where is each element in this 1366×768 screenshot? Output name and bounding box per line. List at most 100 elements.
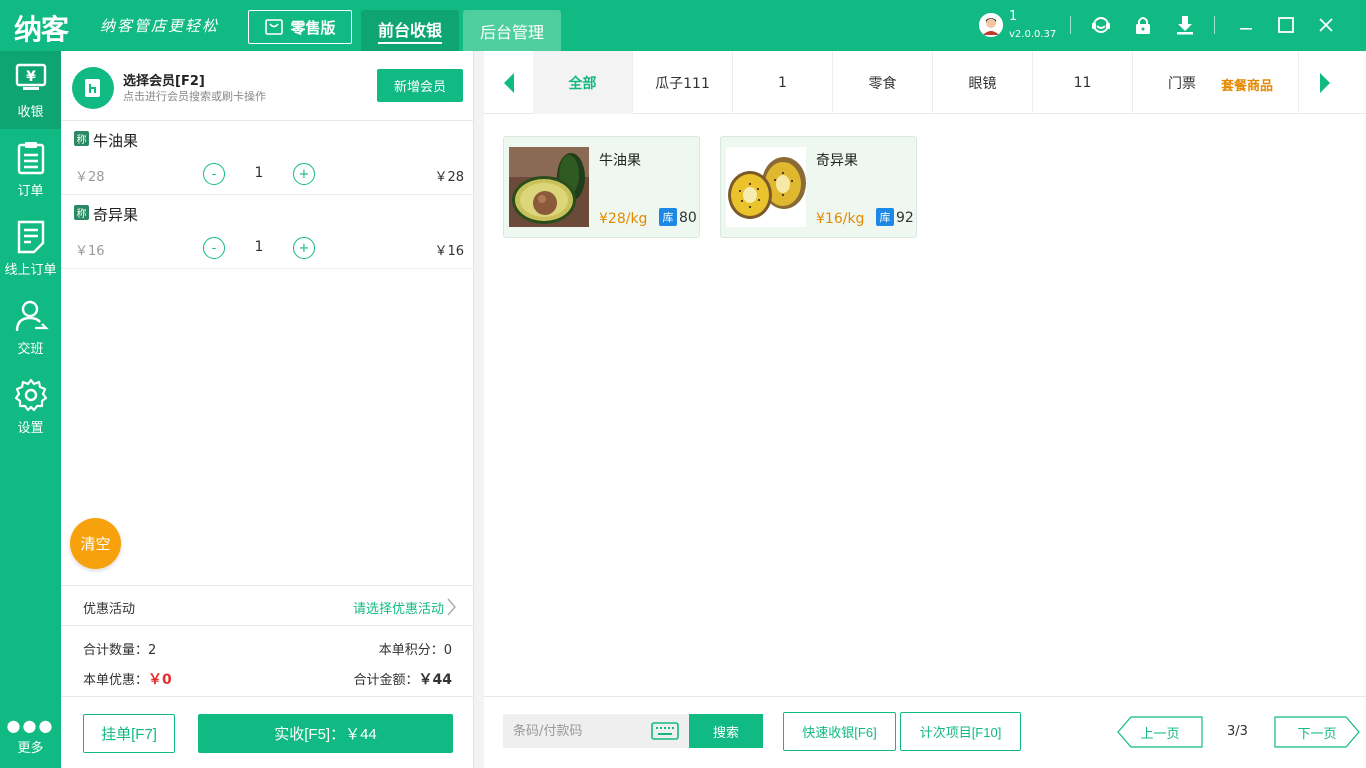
close-button[interactable] [1313,12,1339,38]
product-card[interactable]: 牛油果 ¥28/kg 库 80 [503,136,700,238]
minimize-button[interactable] [1233,12,1259,38]
kiwi-image [726,147,806,227]
avocado-image [509,147,589,227]
sidebar-item-online-orders[interactable]: 线上订单 [0,209,61,287]
sidebar-item-checkout[interactable]: ¥ 收银 [0,51,61,129]
order-discount-label: 本单优惠： [83,673,148,688]
user-switch-icon [13,298,49,334]
member-subtitle: 点击进行会员搜索或刷卡操作 [123,88,266,104]
qty-increase-button[interactable]: + [293,163,315,185]
shopping-bag-icon [264,17,284,37]
weigh-badge: 称 [74,205,89,220]
stock-badge: 库 [876,208,894,226]
download-icon[interactable] [1174,14,1196,36]
divider [1214,16,1215,34]
tab-front-checkout[interactable]: 前台收银 [361,10,459,51]
page-indicator: 3/3 [1227,724,1248,739]
product-stock: 80 [679,210,697,226]
order-discount: 本单优惠：￥0 [83,669,172,689]
close-icon [1319,18,1333,32]
maximize-icon [1278,17,1294,33]
next-page-label: 下一页 [1297,723,1336,742]
promotion-row[interactable]: 优惠活动 请选择优惠活动 [61,585,474,626]
top-bar: 纳客 纳客管店更轻松 零售版 前台收银 后台管理 1 v2.0.0.37 [0,0,1366,51]
gear-icon [13,377,49,413]
sidebar-more-label: 更多 [0,737,61,756]
cart-item-total: ￥28 [434,166,464,185]
add-member-button[interactable]: 新增会员 [377,69,463,102]
prev-page-label: 上一页 [1140,723,1179,742]
category-tab[interactable]: 瓜子111 [633,51,733,114]
pay-button[interactable]: 实收[F5]：￥44 [198,714,453,753]
lock-icon[interactable] [1132,14,1154,36]
cart-item[interactable]: 称 奇异果 ￥16 - 1 + ￥16 [61,195,474,269]
qty-decrease-button[interactable]: - [203,237,225,259]
cash-register-icon: ¥ [13,61,49,97]
weigh-badge: 称 [74,131,89,146]
product-price: ¥28/kg [599,211,647,227]
qty-increase-button[interactable]: + [293,237,315,259]
sidebar-item-orders[interactable]: 订单 [0,130,61,208]
product-card[interactable]: 奇异果 ¥16/kg 库 92 [720,136,917,238]
tab-back-office[interactable]: 后台管理 [463,10,561,51]
category-bar: 全部 瓜子111 1 零食 眼镜 11 门票 套餐商品 [484,51,1366,114]
category-next-icon[interactable] [1314,71,1334,95]
prev-page-button[interactable]: 上一页 [1117,716,1203,748]
edition-label: 零售版 [290,17,335,38]
order-points-label: 本单积分： [379,643,444,658]
cart-item-total: ￥16 [434,240,464,259]
promotion-label: 优惠活动 [83,598,135,617]
minimize-icon [1239,18,1253,32]
clipboard-icon [13,140,49,176]
cart-panel: 选择会员[F2] 点击进行会员搜索或刷卡操作 新增会员 称 牛油果 ￥28 - … [61,51,474,768]
member-select[interactable]: 选择会员[F2] 点击进行会员搜索或刷卡操作 新增会员 [61,51,474,121]
search-button[interactable]: 搜索 [689,714,763,748]
cart-item-unit-price: ￥28 [75,166,105,185]
edition-button[interactable]: 零售版 [248,10,352,44]
promotion-select-link[interactable]: 请选择优惠活动 [353,598,444,617]
total-qty-label: 合计数量： [83,643,148,658]
cart-item-unit-price: ￥16 [75,240,105,259]
category-prev-icon[interactable] [500,71,520,95]
order-points: 本单积分：0 [379,639,452,658]
hold-order-button[interactable]: 挂单[F7] [83,714,175,753]
stock-badge: 库 [659,208,677,226]
count-items-button[interactable]: 计次项目[F10] [900,712,1021,751]
category-combo-tab[interactable]: 套餐商品 [1221,75,1273,94]
cart-item[interactable]: 称 牛油果 ￥28 - 1 + ￥28 [61,121,474,195]
app-logo: 纳客 [14,8,68,48]
qty-decrease-button[interactable]: - [203,163,225,185]
category-tab[interactable]: 1 [733,51,833,114]
maximize-button[interactable] [1273,12,1299,38]
category-tab[interactable]: 门票 [1133,51,1299,114]
order-amount-value: ￥44 [419,672,452,688]
clear-cart-button[interactable]: 清空 [70,518,121,569]
product-name: 奇异果 [816,150,858,170]
category-tab[interactable]: 零食 [833,51,933,114]
app-version: v2.0.0.37 [1009,29,1056,40]
keyboard-icon[interactable] [651,722,679,740]
category-tab[interactable]: 全部 [533,51,633,114]
total-qty: 合计数量：2 [83,639,156,658]
chevron-right-icon [447,598,457,616]
category-tab[interactable]: 11 [1033,51,1133,114]
category-tab[interactable]: 眼镜 [933,51,1033,114]
next-page-button[interactable]: 下一页 [1274,716,1360,748]
order-points-value: 0 [444,643,452,658]
cart-actions: 挂单[F7] 实收[F5]：￥44 [61,696,474,768]
order-amount: 合计金额：￥44 [354,669,453,689]
customer-service-icon[interactable] [1090,14,1112,36]
sidebar-item-shift[interactable]: 交班 [0,288,61,366]
product-grid: 牛油果 ¥28/kg 库 80 奇异果 ¥16/kg 库 92 [484,114,1366,696]
avatar[interactable] [979,13,1003,37]
sidebar-item-label: 订单 [0,180,61,199]
user-name: 1 [1009,9,1017,24]
sidebar-item-label: 收银 [0,101,61,120]
cart-item-name: 奇异果 [93,204,138,225]
product-price: ¥16/kg [816,211,864,227]
sidebar-item-settings[interactable]: 设置 [0,367,61,445]
divider [1070,16,1071,34]
quick-checkout-button[interactable]: 快速收银[F6] [783,712,896,751]
sidebar-more[interactable]: ●●● 更多 [0,721,61,756]
sidebar: ¥ 收银 订单 线上订单 交班 设置 ●●● 更多 [0,51,61,768]
